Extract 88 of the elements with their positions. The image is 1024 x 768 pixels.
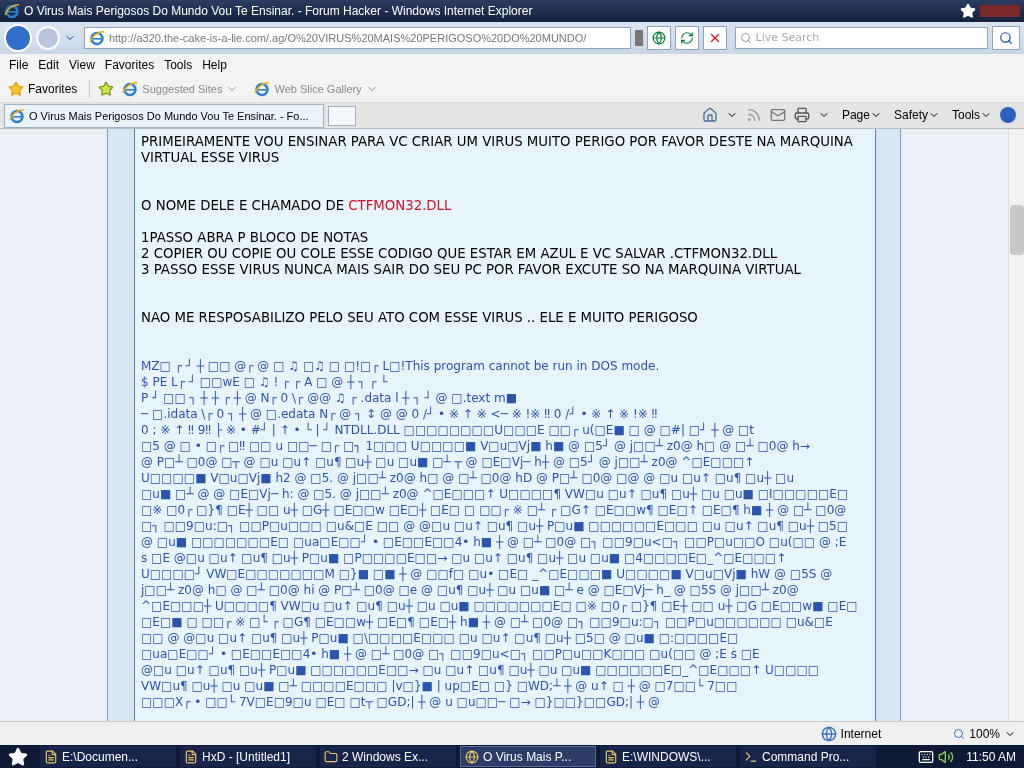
code-line: s □E @□u □u↑ □u¶ □u┼ P□u■ □P□□□□E□□→ □u □u↑ □u¶ □u┼ □u □u■ □4□□□□E□_^□E□□□↑ [141, 550, 787, 566]
code-line: @□u □u↑ □u¶ □u┼ P□u■ □□□□□□E□□→ □u □u↑ □u¶ □u┼ □u □u■ □□□□□□E□_^□E□□□↑ U□□□□ [141, 662, 820, 678]
taskbar-button[interactable]: E:\Documen... [40, 746, 176, 767]
post-text: NAO ME RESPOSABILIZO PELO SEU ATO COM ESSE VIRUS .. ELE E MUITO PERIGOSO [141, 310, 699, 326]
menu-item[interactable]: Help [197, 56, 232, 74]
step-text: 2 COPIER OU COPIE OU COLE ESSE CODIGO QUE ESTAR EM AZUL E VC SALVAR .CTFMON32.DLL [141, 246, 778, 262]
scrollbar-thumb[interactable] [1009, 205, 1024, 255]
taskbar-button[interactable]: O Virus Mais P... [460, 746, 596, 767]
ie-logo-icon [254, 81, 271, 97]
post-text: O NOME DELE E CHAMADO DE CTFMON32.DLL [141, 198, 453, 214]
new-tab-button[interactable] [328, 106, 356, 126]
code-line: □ua□E□□┘ • □E□□E□□4• h■ ┼ @ □┴ □0@ □┐ □□9□u<□┐ □□P□u□□K□□□ □u(□□ @ ;E s □E [141, 646, 760, 662]
zone-indicator: Internet [820, 724, 882, 743]
app-icon [184, 749, 198, 764]
taskbar-button[interactable]: 2 Windows Ex... [320, 746, 456, 767]
help-icon[interactable] [1000, 107, 1016, 123]
refresh-button[interactable] [674, 26, 699, 50]
address-text: http://a320.the-cake-is-a-lie.com/.ag/O%20VIRUS%20MAIS%20PERIGOSO%20DO%20MUNDO/ [108, 30, 587, 46]
taskbar-button[interactable]: E:\WINDOWS\... [600, 746, 736, 767]
ie-logo-icon [122, 81, 139, 97]
code-line: □u■ □┴ @ @ □E□Vj─ h: @ □5. @ j□□┴ z0@ ^□E□□□↑ U□□□□¶ VW□u □u↑ □u¶ □u┼ □u □u■ □I□□□□□E□ [141, 486, 849, 502]
step-text: 1PASSO ABRA P BLOCO DE NOTAS [141, 230, 369, 246]
search-button[interactable] [992, 26, 1020, 50]
globe-icon [820, 725, 837, 742]
favorites-button[interactable]: Favorites [8, 80, 91, 98]
taskbar-button[interactable]: Command Pro... [740, 746, 876, 767]
ie-logo-icon [9, 108, 25, 124]
code-line: 0 ; ※ ↑ ‼ 9‼ ├ ※ • #┘ | ↑ • └ | ┘ NTDLL.DLL □□□□□□□□U□□□E □□┌ u(□E■ □ @ □#| □┘ ┼ @ □t [141, 422, 755, 438]
ie-logo-icon [88, 30, 105, 46]
code-line: □□□X┌ • □□└ 7V□E□9□u □E□ □t┬ □GD;| ┼ @ u □u□□─ □→ □}□□}□□GD;| ┼ @ [141, 694, 660, 710]
home-icon[interactable] [701, 107, 718, 123]
clock: 11:50 AM [965, 748, 1017, 766]
start-star-icon[interactable] [8, 746, 28, 767]
code-line: □※ □0┌ □}¶ □E┼ □□ u┼ □G┼ □E□□w □E□┼ □E□ □ □□┌ ※ □┴ ┌ □G↑ □E□□w¶ □E□↑ □E□¶ h■ ┼ @ □┴ □0@ [141, 502, 847, 518]
code-line: □□ @ @□u □u↑ □u¶ □u┼ P□u■ □\□□□□E□□□ □u □u↑ □u¶ □u┼ □5□ @ □u■ □:□□□□E□ [141, 630, 739, 646]
menu-item[interactable]: Favorites [99, 56, 160, 74]
code-line: VW□u¶ □u┼ □u □u■ □┴ □□□□E□□□ |v□}■ | up□E□ □} □WD;┴ ┼ @ u↑ □ ┼ @ □7□□└ 7□□ [141, 678, 738, 694]
ie-logo-icon [4, 3, 20, 19]
code-line: MZ□ ┌ ┘ ┼ □□ @┌ @ □ ♫ □♫ □ □!□┌ L□!This program cannot be run in DOS mode. [141, 358, 660, 374]
zoom-icon [953, 727, 966, 740]
code-line: □┐ □□9□u:□┐ □□P□u□□□ □u&□E □□ @ @□u □u↑ □u¶ □u┼ P□u■ □□□□□□E□□□ □u □u↑ □u¶ □u┼ □5□ [141, 518, 849, 534]
step-text: 3 PASSO ESSE VIRUS NUNCA MAIS SAIR DO SEU PC POR FAVOR EXCUTE SO NA MARQUINA VIRTUAL [141, 262, 801, 278]
search-placeholder: Live Search [755, 29, 820, 46]
taskbar-button[interactable]: HxD - [Untitled1] [180, 746, 316, 767]
code-line: @ □u■ □□□□□□□E□ □ua□E□□┘ • □E□□E□□4• h■ ┼ @ □┴ □0@ □┐ □□9□u<□┐ □□P□u□□O □u(□□ @ ;E [141, 534, 847, 550]
back-button[interactable] [4, 24, 32, 52]
code-line: U□□□□■ V□u□Vj■ h2 @ □5. @ j□□┴ z0@ h□ @ □┴ □0@ hD @ P□┴ □0@ □@ @ □u □u↑ □u¶ □u┼ □u [141, 470, 795, 486]
scrollbar[interactable] [1008, 129, 1024, 721]
menu-item[interactable]: Edit [33, 56, 65, 74]
app-icon [465, 749, 479, 764]
mail-icon[interactable] [769, 107, 786, 123]
app-icon [44, 749, 58, 764]
command-menu[interactable]: Safety [893, 106, 940, 124]
code-line: □5 @ □ • □┌ □‼ □□ u □□─ □┌ □┐ 1□□□ U□□□□■ V□u□Vj■ h■ @ □5┘ @ j□□┴ z0@ h□ @ □┴ □0@ h→ [141, 438, 810, 454]
browser-tab[interactable]: O Virus Mais Perigosos Do Mundo Vou Te Ensinar. - Fo... [4, 104, 324, 128]
code-line: @ P□┴ □0@ □┬ @ □u □u↑ □u¶ □u┼ □u □u■ □┴ ┬ @ □E□Vj─ h┼ @ □5┘ @ j□□┴ z0@ ^□E□□□↑ [141, 454, 755, 470]
code-line: □E□■ □ □□┌ ※ □└ ┌ □G¶ □E□□w┼ □E□¶ □E□┼ h■ ┼ @ □┴ □0@ □┐ □□9□u:□┐ □□P□u□□□□□□ □u&□E [141, 614, 833, 630]
search-icon [999, 31, 1014, 45]
print-icon[interactable] [793, 107, 810, 123]
star-icon [960, 3, 976, 19]
code-line: ^□E□□□┼ U□□□□¶ VW□u □u↑ □u¶ □u┼ □u □u■ □□□□□□□E□ □※ □0┌ □}¶ □E┼ □□ u┼ □G □E□□w■ □E□ [141, 598, 858, 614]
code-line: P ┘ □□ ┐ ┼ ┼ ┌ ┼ @ N┌ 0 \┌ @@ ♫ ┌ .data l ┼ ┐ ┘ @ □.text m■ [141, 390, 517, 406]
star-icon [8, 81, 24, 97]
app-icon [604, 749, 618, 764]
window-title: O Virus Mais Perigosos Do Mundo Vou Te Ensinar. - Forum Hacker - Windows Internet Explorer [24, 3, 533, 20]
globe-icon [651, 31, 666, 45]
address-field[interactable]: http://a320.the-cake-is-a-lie.com/.ag/O%20VIRUS%20MAIS%20PERIGOSO%20DO%20MUNDO/ [83, 27, 631, 49]
add-favorite-icon[interactable] [98, 81, 115, 97]
command-menu[interactable]: Tools [952, 106, 992, 124]
menu-item[interactable]: Tools [159, 56, 198, 74]
code-line: j□□┴ z0@ h□ @ □┴ □0@ hi @ P□┴ □0@ □e @ □u¶ □u┼ □u □u■ □┴ e @ □E□Vj─ h_ @ □5S @ j□□┴ z0@ [141, 582, 799, 598]
volume-icon [938, 748, 955, 765]
refresh-icon [679, 31, 694, 45]
code-line: U□□□□┘ VW□E□□□□□□□M □}■ □■ ┼ @ □□f□ □u• □E□ _^□E□□□■ U□□□□■ V□u□Vj■ hW @ □5S @ [141, 566, 833, 582]
search-icon [739, 32, 752, 44]
zoom-control[interactable]: 100% [953, 724, 1016, 743]
stop-button[interactable] [702, 26, 727, 50]
code-line: $ PE L┌ ┘ □□wE □ ♫ ! ┌ ┌ A □ @ ┼ ┐ ┌ └ [141, 374, 388, 390]
app-icon [324, 749, 338, 764]
post-text: PRIMEIRAMENTE VOU ENSINAR PARA VC CRIAR UM VIRUS MUITO PERIGO POR FAVOR DESTE NA MARQUINA VIRTUAL ESSE VIRUS [141, 134, 854, 166]
code-line: ─ □.idata \┌ 0 ┐ ┼ @ □.edata N┌ @ ┐ ↕ @ @ 0 /┘ • ※ ↑ ※ <─ ※ !※ ‼ 0 /┘ • ※ ↑ ※ !※ ‼ [141, 406, 658, 422]
menu-item[interactable]: View [64, 56, 100, 74]
command-menu[interactable]: Page [841, 106, 882, 124]
go-button[interactable] [646, 26, 671, 50]
feed-icon[interactable] [745, 107, 762, 123]
menu-item[interactable]: File [4, 56, 34, 74]
keyboard-icon [918, 748, 935, 765]
app-icon [744, 749, 758, 764]
